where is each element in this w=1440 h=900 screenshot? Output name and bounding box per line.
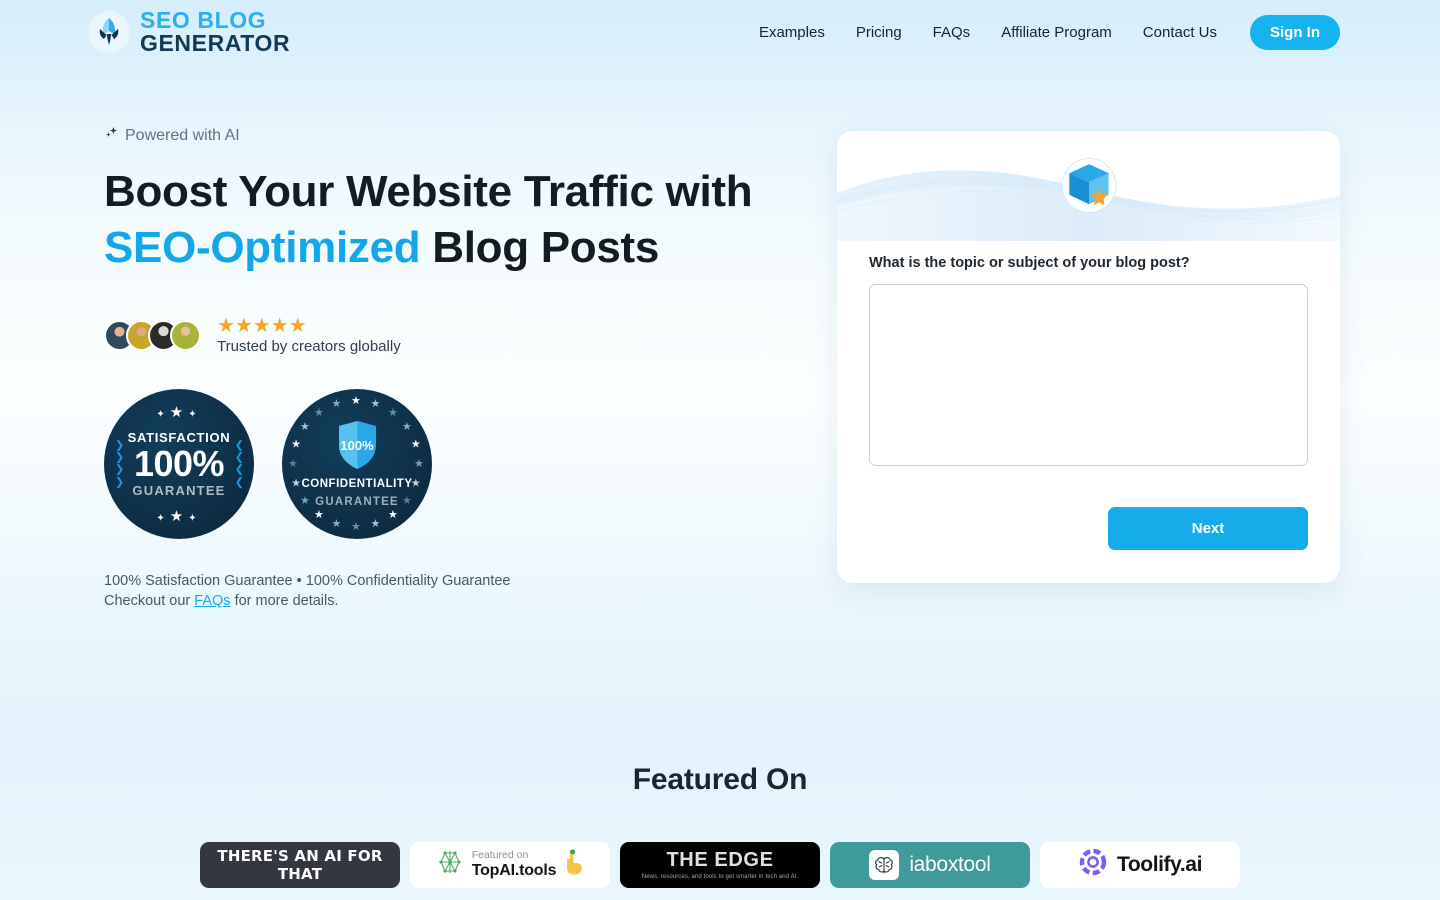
- logo-line-1: SEO BLOG: [140, 6, 267, 33]
- guarantee-note: 100% Satisfaction Guarantee • 100% Confi…: [104, 571, 794, 611]
- shield-icon: 100%: [336, 419, 379, 471]
- guarantee-badges: ✦★✦ ❯ ❯ ❯ ❯ ❮ ❮ ❮ ❮ SATISFACTION 100% GUARANTE…: [104, 388, 794, 539]
- logo-text: SEO BLOG GENERATOR: [140, 6, 291, 56]
- blog-topic-form-card: What is the topic or subject of your blo…: [837, 131, 1340, 583]
- purple-ring-icon: [1078, 847, 1108, 882]
- edge-title: THE EDGE: [666, 849, 774, 872]
- eyebrow-label: Powered with AI: [125, 127, 240, 144]
- hero-left-column: Powered with AI Boost Your Website Traff…: [104, 126, 794, 611]
- card-wave-header: [837, 131, 1340, 241]
- next-button[interactable]: Next: [1108, 507, 1308, 550]
- trusted-by-label: Trusted by creators globally: [217, 337, 401, 355]
- topic-input[interactable]: [869, 284, 1308, 466]
- card-actions: Next: [869, 507, 1308, 550]
- satisfaction-number: 100%: [133, 442, 225, 484]
- nav-link-faqs[interactable]: FAQs: [933, 24, 971, 41]
- confidentiality-guarantee-badge: ★ ★ ★ ★ ★ ★ ★ ★ ★ ★ ★ ★ ★ ★ ★ ★ ★ ★ ★ ★ 100% CONFIDENTIALIT…: [282, 388, 432, 539]
- headline-line-1: Boost Your Website Traffic with: [104, 167, 753, 216]
- hero-section: Powered with AI Boost Your Website Traff…: [0, 64, 1440, 611]
- nav-link-pricing[interactable]: Pricing: [856, 24, 902, 41]
- taaft-label: THERE'S AN AI FOR THAT: [217, 846, 383, 883]
- network-graph-icon: [436, 848, 464, 881]
- nav-link-contact-us[interactable]: Contact Us: [1143, 24, 1217, 41]
- topai-text: Featured on TopAI.tools: [471, 848, 557, 880]
- edge-tagline: News, resources, and tools to get smarte…: [641, 874, 799, 881]
- pointing-hand-icon: [564, 849, 584, 880]
- topai-featured-on-label: Featured on: [471, 848, 529, 861]
- featured-on-section: Featured On THERE'S AN AI FOR THAT Featu…: [0, 763, 1440, 888]
- sign-in-button[interactable]: Sign In: [1250, 14, 1340, 50]
- topic-field-label: What is the topic or subject of your blo…: [869, 255, 1190, 271]
- hero-right-column: What is the topic or subject of your blo…: [837, 126, 1340, 583]
- guarantee-line-2-suffix: for more details.: [230, 592, 339, 609]
- laurel-left-icon: ❯ ❯ ❯ ❯: [115, 439, 124, 489]
- avatar: [170, 319, 201, 351]
- star-rating: ★★★★★: [217, 314, 307, 337]
- box-star-icon: [1061, 158, 1116, 213]
- featured-on-title: Featured On: [632, 762, 808, 796]
- featured-logo-toolify-ai[interactable]: Toolify.ai: [1040, 841, 1240, 888]
- nav-link-examples[interactable]: Examples: [759, 24, 825, 41]
- logo-line-2: GENERATOR: [140, 30, 291, 56]
- satisfaction-guarantee-badge: ✦★✦ ❯ ❯ ❯ ❯ ❮ ❮ ❮ ❮ SATISFACTION 100% GUARANTE…: [104, 388, 254, 539]
- satisfaction-subtitle: GUARANTEE: [132, 482, 226, 498]
- topai-name: TopAI.tools: [471, 861, 557, 879]
- faqs-link[interactable]: FAQs: [194, 593, 230, 609]
- brain-icon: [869, 849, 900, 880]
- rating-block: ★★★★★ Trusted by creators globally: [217, 316, 401, 355]
- avatar-group: [104, 319, 201, 351]
- headline-tail: Blog Posts: [420, 222, 660, 272]
- featured-logos-row: THERE'S AN AI FOR THAT Featured on TopAI…: [0, 841, 1440, 888]
- iaboxtool-label: iaboxtool: [909, 852, 991, 876]
- main-nav: Examples Pricing FAQs Affiliate Program …: [759, 14, 1340, 50]
- featured-logo-iaboxtool[interactable]: iaboxtool: [830, 841, 1030, 888]
- page-title: Boost Your Website Traffic with SEO-Opti…: [104, 164, 794, 276]
- laurel-right-icon: ❮ ❮ ❮ ❮: [234, 439, 244, 489]
- star-arc-top: ✦★✦: [156, 403, 202, 421]
- feather-quill-icon: [88, 11, 130, 53]
- powered-with-ai-eyebrow: Powered with AI: [104, 126, 794, 146]
- site-header: SEO BLOG GENERATOR Examples Pricing FAQs…: [0, 0, 1440, 64]
- featured-logo-theres-an-ai-for-that[interactable]: THERE'S AN AI FOR THAT: [200, 841, 400, 888]
- featured-logo-topai-tools[interactable]: Featured on TopAI.tools: [410, 841, 610, 888]
- card-body: What is the topic or subject of your blo…: [837, 241, 1340, 583]
- star-arc-bottom: ✦★✦: [156, 507, 202, 525]
- logo[interactable]: SEO BLOG GENERATOR: [88, 6, 291, 56]
- featured-logo-the-edge[interactable]: THE EDGE News, resources, and tools to g…: [620, 841, 820, 888]
- nav-link-affiliate-program[interactable]: Affiliate Program: [1001, 24, 1112, 41]
- guarantee-line-2-prefix: Checkout our: [104, 592, 195, 609]
- headline-accent: SEO-Optimized: [104, 222, 421, 272]
- social-proof: ★★★★★ Trusted by creators globally: [104, 316, 794, 355]
- guarantee-line-1: 100% Satisfaction Guarantee • 100% Confi…: [104, 572, 511, 589]
- toolify-label: Toolify.ai: [1116, 852, 1203, 876]
- sparkle-icon: [104, 126, 119, 146]
